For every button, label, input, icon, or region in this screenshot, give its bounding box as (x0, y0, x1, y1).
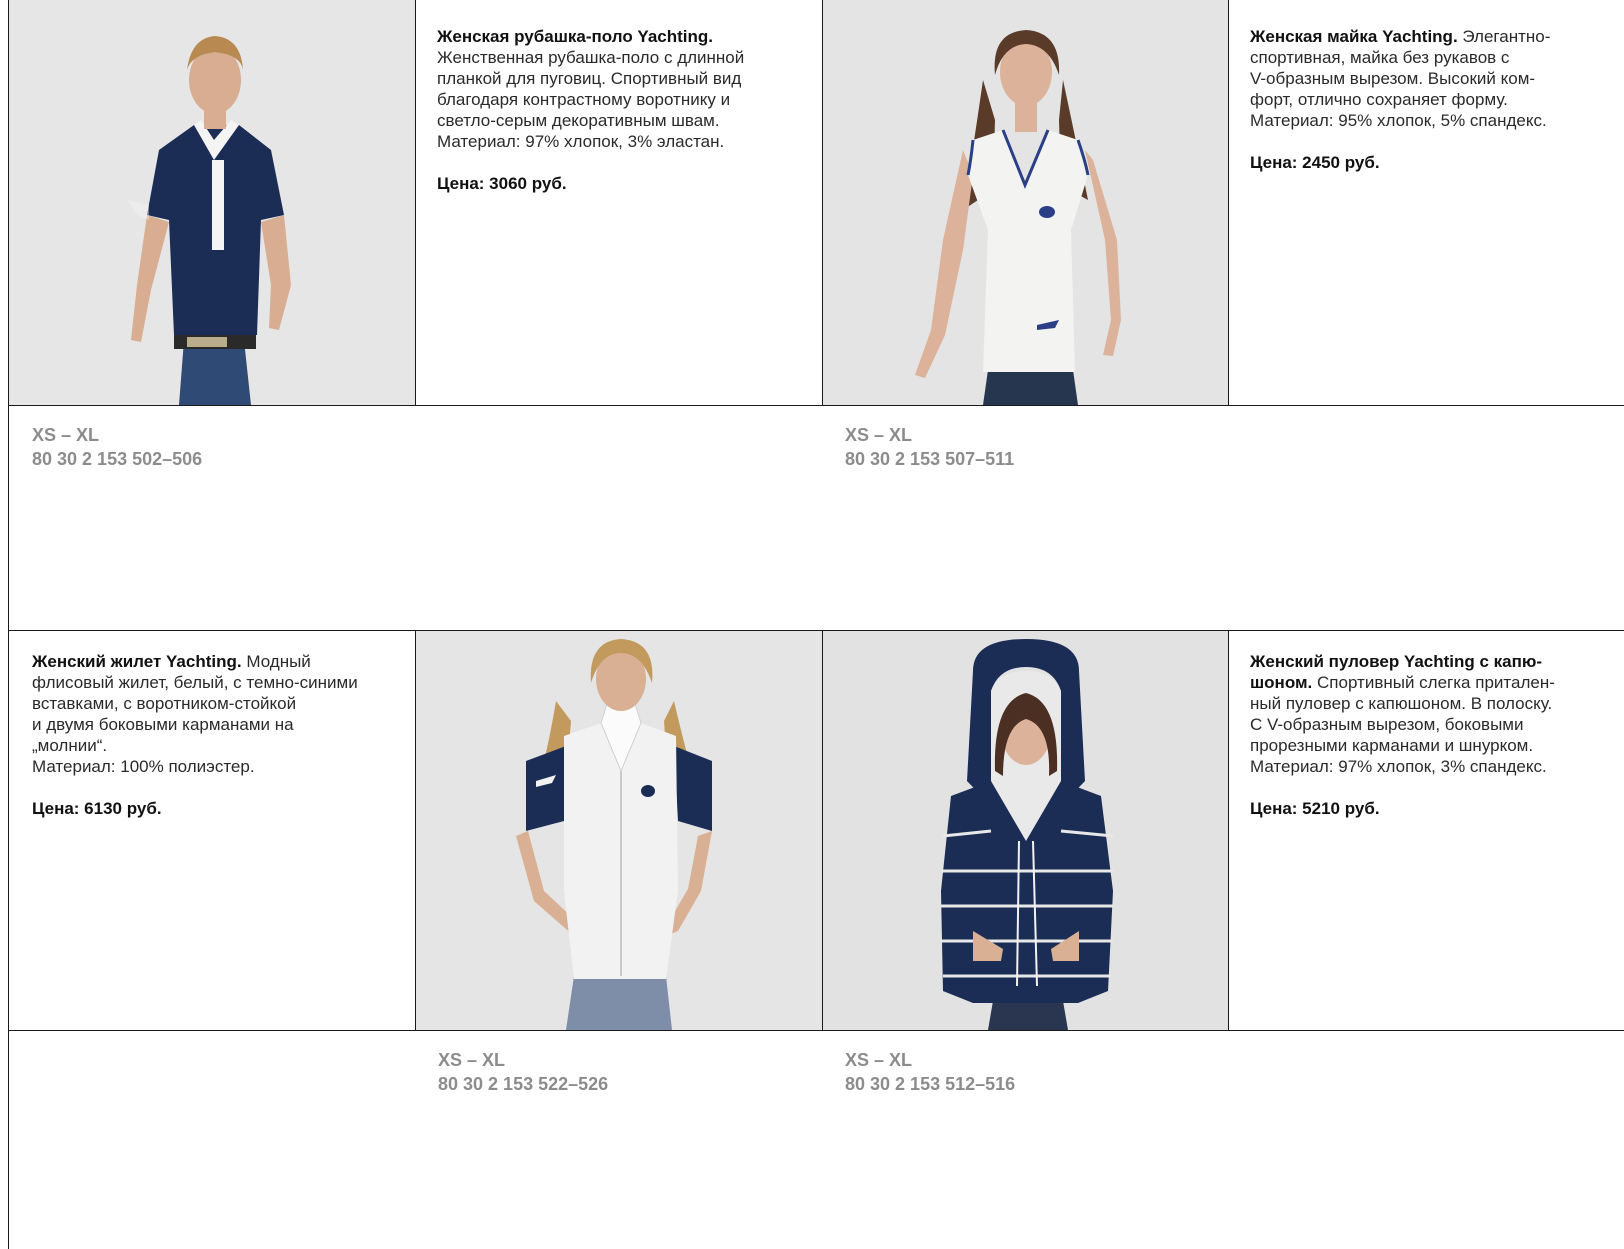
description-line: светло-серым декоративным швам. (437, 111, 720, 130)
description-line: флисовый жилет, белый, с темно-синими (32, 673, 358, 692)
product-title-continued: шоном. (1250, 673, 1313, 692)
description-line: Материал: 97% хлопок, 3% эластан. (437, 132, 725, 151)
description-line: форт, отлично сохраняет форму. (1250, 90, 1508, 109)
size-range: XS – XL (438, 1050, 506, 1070)
product-description-vest: Женский жилет Yachting. Модный флисовый … (32, 651, 412, 819)
description-line: планкой для пуговиц. Спортивный вид (437, 69, 742, 88)
grid-line-col4 (1228, 0, 1229, 405)
description-line: ный пуловер с капюшоном. В полоску. (1250, 694, 1553, 713)
product-description-tank-top: Женская майка Yachting. Элегантно- спорт… (1250, 26, 1620, 173)
description-line: „молнии“. (32, 736, 108, 755)
description-line: С V-образным вырезом, боковыми (1250, 715, 1524, 734)
product-title: Женская рубашка-поло Yachting. (437, 27, 713, 46)
product-photo-polo (9, 0, 415, 405)
product-description-hoodie: Женский пуловер Yachting с капю- шоном. … (1250, 651, 1620, 819)
grid-line-col4-lower (1228, 630, 1229, 1030)
description-line: Материал: 100% полиэстер. (32, 757, 255, 776)
description-line: Материал: 95% хлопок, 5% спандекс. (1250, 111, 1547, 130)
product-photo-vest (416, 631, 822, 1030)
description-line: Элегантно- (1462, 27, 1551, 46)
description-line: вставками, с воротником-стойкой (32, 694, 297, 713)
catalog-page: Женская рубашка-поло Yachting. Женственн… (0, 0, 1624, 1249)
product-title: Женский пуловер Yachting с капю- (1250, 652, 1543, 671)
description-line: V-образным вырезом. Высокий ком- (1250, 69, 1536, 88)
description-line: Модный (246, 652, 311, 671)
grid-line-row3 (8, 1030, 1624, 1031)
description-line: Спортивный слегка притален- (1317, 673, 1555, 692)
product-photo-tank-top (823, 0, 1228, 405)
description-line: Материал: 97% хлопок, 3% спандекс. (1250, 757, 1547, 776)
grid-line-col2 (415, 0, 416, 405)
article-number: 80 30 2 153 522–526 (438, 1074, 609, 1094)
size-range: XS – XL (845, 1050, 913, 1070)
description-line: и двумя боковыми карманами на (32, 715, 294, 734)
description-line: спортивная, майка без рукавов с (1250, 48, 1510, 67)
product-spec-tank-top: XS – XL 80 30 2 153 507–511 (845, 423, 1014, 471)
description-line: Женственная рубашка-поло с длинной (437, 48, 745, 67)
product-spec-hoodie: XS – XL 80 30 2 153 512–516 (845, 1048, 1015, 1096)
size-range: XS – XL (845, 425, 913, 445)
description-line: прорезными карманами и шнурком. (1250, 736, 1534, 755)
product-spec-vest: XS – XL 80 30 2 153 522–526 (438, 1048, 608, 1096)
size-range: XS – XL (32, 425, 100, 445)
article-number: 80 30 2 153 512–516 (845, 1074, 1016, 1094)
product-price: Цена: 2450 руб. (1250, 153, 1380, 172)
product-photo-hoodie (823, 631, 1228, 1030)
product-price: Цена: 3060 руб. (437, 174, 567, 193)
product-title: Женский жилет Yachting. (32, 652, 242, 671)
description-line: благодаря контрастному воротнику и (437, 90, 731, 109)
article-number: 80 30 2 153 502–506 (32, 449, 203, 469)
product-spec-polo: XS – XL 80 30 2 153 502–506 (32, 423, 202, 471)
product-price: Цена: 6130 руб. (32, 799, 162, 818)
grid-line-row1 (8, 405, 1624, 406)
product-description-polo: Женская рубашка-поло Yachting. Женственн… (437, 26, 817, 194)
product-title: Женская майка Yachting. (1250, 27, 1458, 46)
product-price: Цена: 5210 руб. (1250, 799, 1380, 818)
article-number: 80 30 2 153 507–511 (845, 449, 1015, 469)
